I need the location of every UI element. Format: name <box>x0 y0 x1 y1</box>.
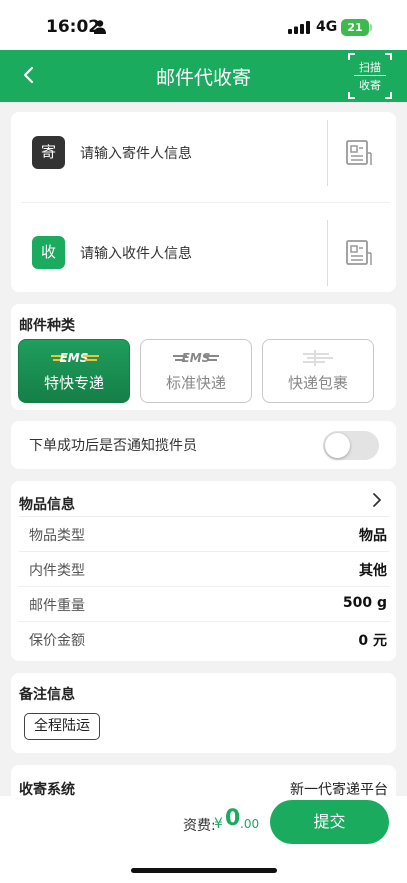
battery-icon: 21 <box>341 19 369 36</box>
notify-label: 下单成功后是否通知揽件员 <box>29 438 197 454</box>
sender-row[interactable]: 寄 请输入寄件人信息 <box>11 112 396 202</box>
home-indicator <box>131 868 277 873</box>
address-card: 寄 请输入寄件人信息 收 请输入收件人信息 <box>11 112 396 292</box>
mail-type-option-parcel[interactable]: 快递包裹 <box>262 339 374 403</box>
fee-amount-decimal: .00 <box>240 817 260 831</box>
fee-currency: ¥ <box>214 816 223 832</box>
remark-tag[interactable]: 全程陆运 <box>24 713 100 740</box>
vertical-divider <box>327 120 328 186</box>
scan-receive-button[interactable]: 扫描 收寄 <box>348 53 392 99</box>
goods-row-value: 其他 <box>359 563 387 579</box>
status-bar: 16:02 4G 21 <box>0 0 407 50</box>
sender-input[interactable]: 请输入寄件人信息 <box>80 143 192 163</box>
mail-type-label: 特快专递 <box>43 374 104 392</box>
goods-row-value: 500 g <box>342 595 387 611</box>
nav-bar: 邮件代收寄 扫描 收寄 <box>0 50 407 102</box>
remark-title: 备注信息 <box>19 687 75 703</box>
goods-row-label: 物品类型 <box>29 528 85 544</box>
ems-logo-icon: EMS <box>51 351 99 365</box>
goods-card[interactable]: 物品信息 物品类型 物品 内件类型 其他 邮件重量 500 g 保价金额 0 元 <box>11 481 396 661</box>
cellular-signal-icon <box>288 21 310 34</box>
network-type: 4G <box>316 19 338 35</box>
status-time: 16:02 <box>46 17 101 37</box>
ems-logo-icon: EMS <box>173 351 219 365</box>
notify-toggle[interactable] <box>323 431 379 460</box>
goods-row-content: 内件类型 其他 <box>19 551 389 585</box>
toggle-knob <box>325 433 350 458</box>
ems-logo-text: EMS <box>182 351 211 365</box>
bottom-bar: 资费: ¥ 0 .00 提交 <box>0 796 407 883</box>
goods-row-insured: 保价金额 0 元 <box>19 621 389 655</box>
submit-button[interactable]: 提交 <box>270 800 389 844</box>
receiver-badge: 收 <box>32 236 65 269</box>
postal-logo-icon <box>303 350 333 366</box>
chevron-right-icon[interactable] <box>369 492 385 508</box>
mail-type-card: 邮件种类 EMS 特快专递 EMS 标准快递 快递包裹 <box>11 304 396 410</box>
sender-badge: 寄 <box>32 136 65 169</box>
page-title: 邮件代收寄 <box>155 67 251 89</box>
battery-level: 21 <box>347 21 363 34</box>
battery-tip <box>370 24 372 31</box>
scan-frame-corner <box>385 92 392 99</box>
mail-type-option-standard[interactable]: EMS 标准快递 <box>140 339 252 403</box>
goods-row-value: 物品 <box>359 528 387 544</box>
receiver-row[interactable]: 收 请输入收件人信息 <box>11 202 396 292</box>
scan-frame-corner <box>385 53 392 60</box>
mail-type-label: 快递包裹 <box>287 374 348 392</box>
goods-row-weight: 邮件重量 500 g <box>19 586 389 620</box>
scan-label-top: 扫描 <box>359 61 381 74</box>
fee-amount: 0 <box>225 806 241 831</box>
mail-type-label: 标准快递 <box>165 374 226 392</box>
goods-row-label: 内件类型 <box>29 563 85 579</box>
scan-label-bottom: 收寄 <box>359 79 381 92</box>
goods-row-label: 保价金额 <box>29 633 85 649</box>
scan-line <box>354 75 386 76</box>
scan-frame-corner <box>348 92 355 99</box>
vertical-divider <box>327 220 328 286</box>
remark-card: 备注信息 全程陆运 <box>11 673 396 753</box>
mail-type-option-express[interactable]: EMS 特快专递 <box>18 339 130 403</box>
goods-row-type: 物品类型 物品 <box>19 516 389 550</box>
ems-logo-text: EMS <box>60 351 89 365</box>
notify-card: 下单成功后是否通知揽件员 <box>11 421 396 469</box>
fee-label: 资费: <box>183 818 216 834</box>
person-icon <box>94 20 106 34</box>
goods-row-label: 邮件重量 <box>29 598 85 614</box>
address-book-icon[interactable] <box>345 139 373 167</box>
mail-type-title: 邮件种类 <box>19 318 75 334</box>
scan-frame-corner <box>348 53 355 60</box>
receiver-input[interactable]: 请输入收件人信息 <box>80 243 192 263</box>
address-book-icon[interactable] <box>345 239 373 267</box>
goods-title: 物品信息 <box>19 497 75 513</box>
goods-row-value: 0 元 <box>358 633 387 649</box>
